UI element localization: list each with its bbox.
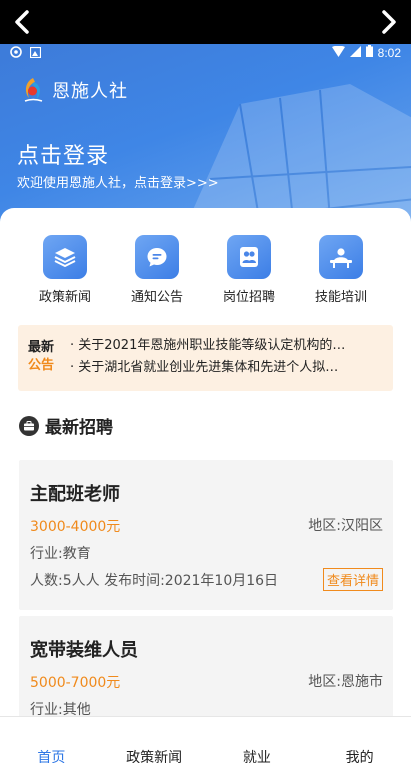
status-bar: 8:02 [0, 44, 411, 62]
tab-home[interactable]: 首页 [0, 717, 103, 763]
chat-bubble-icon [135, 235, 179, 279]
wifi-icon [331, 45, 345, 60]
quick-link-label: 通知公告 [130, 290, 183, 305]
announcement-tag-bottom: 公告 [28, 358, 55, 373]
back-arrow-icon[interactable] [8, 8, 36, 36]
login-prompt-title[interactable]: 点击登录 [17, 138, 109, 170]
job-salary: 5000-7000元 [30, 675, 121, 691]
job-area: 地区:汉阳区 [308, 518, 383, 534]
quick-link-label: 政策新闻 [38, 290, 91, 305]
app-brand: 恩施人社 [20, 76, 128, 104]
job-title: 主配班老师 [30, 484, 120, 505]
job-industry: 行业:其他 [30, 702, 91, 716]
login-prompt-subtitle[interactable]: 欢迎使用恩施人社，点击登录>>> [17, 172, 219, 191]
quick-link-skills-training[interactable]: 技能培训 [295, 235, 387, 315]
job-industry: 行业:教育 [30, 546, 91, 562]
status-time: 8:02 [377, 45, 401, 60]
section-header-latest-jobs: 最新招聘 [19, 413, 113, 438]
quick-link-job-recruitment[interactable]: 岗位招聘 [203, 235, 295, 315]
sync-icon [10, 46, 22, 61]
tab-policy-news[interactable]: 政策新闻 [103, 717, 206, 763]
job-card[interactable]: 主配班老师 3000-4000元 地区:汉阳区 行业:教育 人数:5人人 发布时… [19, 460, 393, 610]
announcement-item[interactable]: · 关于2021年恩施州职业技能等级认定机构的… [70, 335, 388, 357]
image-notification-icon [29, 46, 42, 61]
signal-icon [349, 45, 361, 60]
section-title: 最新招聘 [45, 418, 113, 438]
announcement-tag-top: 最新 [28, 340, 55, 355]
app-name: 恩施人社 [52, 81, 128, 102]
main-content-panel: 政策新闻 通知公告 岗位招聘 技能培训 最新 公告 · 关于2021年恩施州职业… [0, 208, 411, 716]
hero-header: 8:02 恩施人社 点击登录 欢迎使用恩施人社，点击登录>>> [0, 44, 411, 230]
job-card[interactable]: 宽带装维人员 5000-7000元 地区:恩施市 行业:其他 [19, 616, 393, 716]
tab-employment[interactable]: 就业 [206, 717, 309, 763]
bottom-tab-bar: 首页 政策新闻 就业 我的 [0, 716, 411, 763]
job-salary: 3000-4000元 [30, 519, 121, 535]
announcement-item[interactable]: · 关于湖北省就业创业先进集体和先进个人拟… [70, 357, 388, 379]
battery-icon [365, 45, 373, 60]
quick-link-notices[interactable]: 通知公告 [111, 235, 203, 315]
teacher-icon [319, 235, 363, 279]
tab-mine[interactable]: 我的 [308, 717, 411, 763]
top-navigation-bar [0, 0, 411, 44]
job-meta: 人数:5人人 发布时间:2021年10月16日 [30, 573, 279, 589]
announcement-list: · 关于2021年恩施州职业技能等级认定机构的… · 关于湖北省就业创业先进集体… [70, 335, 388, 379]
quick-link-policy-news[interactable]: 政策新闻 [19, 235, 111, 315]
people-icon [227, 235, 271, 279]
job-title: 宽带装维人员 [30, 640, 138, 661]
announcement-tag: 最新 公告 [28, 339, 54, 375]
job-area: 地区:恩施市 [308, 674, 383, 690]
briefcase-icon [19, 415, 39, 436]
latest-announcements: 最新 公告 · 关于2021年恩施州职业技能等级认定机构的… · 关于湖北省就业… [18, 325, 393, 391]
layers-icon [43, 235, 87, 279]
forward-arrow-icon[interactable] [375, 8, 403, 36]
app-logo-icon [20, 76, 46, 104]
quick-link-label: 技能培训 [314, 290, 367, 305]
quick-link-label: 岗位招聘 [222, 290, 275, 305]
view-details-button[interactable]: 查看详情 [322, 568, 383, 591]
quick-links: 政策新闻 通知公告 岗位招聘 技能培训 [0, 235, 411, 315]
